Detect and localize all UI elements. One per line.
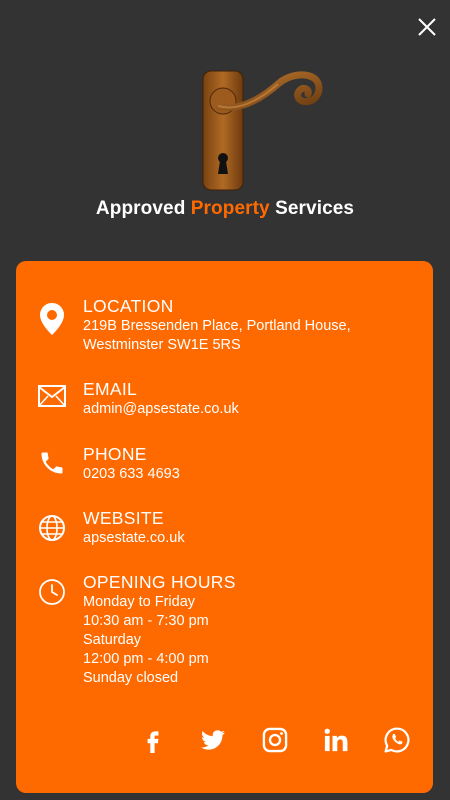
website-value[interactable]: apsestate.co.uk [83,529,413,548]
facebook-icon [147,731,159,753]
hours-line: Monday to Friday [83,594,196,610]
brand-name-accent: Property [190,198,270,219]
email-value[interactable]: admin@apsestate.co.uk [83,400,413,419]
hours-title: OPENING HOURS [83,572,236,592]
website-title: WEBSITE [83,508,164,528]
twitter-icon [201,730,225,750]
linkedin-link[interactable] [319,723,353,757]
brand-name-part3: Services [269,198,355,219]
globe-icon [36,510,68,546]
email-title: EMAIL [83,379,138,399]
close-button[interactable] [416,16,438,38]
phone-icon [36,445,68,481]
hours-line: 10:30 am - 7:30 pm [83,613,209,629]
phone-title: PHONE [83,444,147,464]
whatsapp-icon [384,727,410,753]
contact-card: LOCATION 219B Bressenden Place, Portland… [16,261,433,793]
logo [200,68,325,193]
email-icon [36,378,68,414]
location-pin-icon [36,301,68,337]
brand-name-part1: Approved [95,198,191,219]
phone-value[interactable]: 0203 633 4693 [83,465,413,484]
clock-icon [36,574,68,610]
close-icon [418,18,436,36]
linkedin-icon [324,728,348,752]
twitter-link[interactable] [196,723,230,757]
social-links [134,723,424,759]
location-title: LOCATION [83,296,174,316]
instagram-icon [262,727,288,753]
instagram-link[interactable] [258,723,292,757]
location-line2: Westminster SW1E 5RS [83,337,241,353]
brand-name: Approved Property Services [0,198,450,220]
location-line1: 219B Bressenden Place, Portland House, [83,318,351,334]
facebook-link[interactable] [136,723,170,757]
whatsapp-link[interactable] [380,723,414,757]
door-handle-logo-icon [202,70,323,191]
hours-line: 12:00 pm - 4:00 pm [83,651,209,667]
hours-line: Sunday closed [83,670,179,686]
hours-line: Saturday [83,632,142,648]
